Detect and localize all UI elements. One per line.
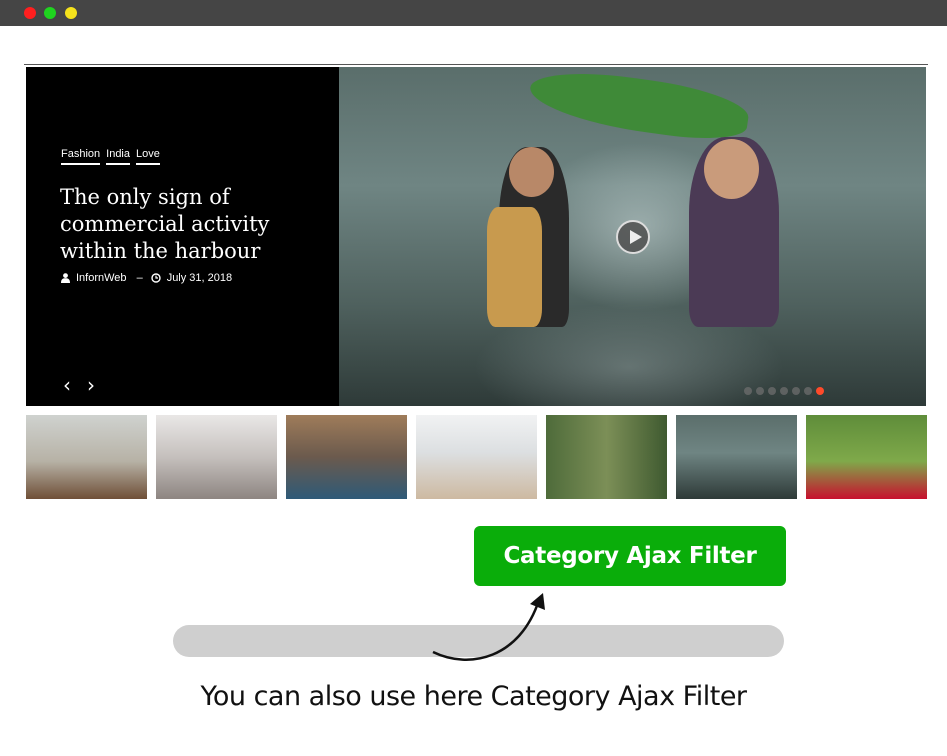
post-meta: InfornWeb – July 31, 2018 xyxy=(61,272,232,284)
clock-icon xyxy=(150,273,161,283)
slider-arrows: ‹ › xyxy=(63,375,95,395)
slider-dot-4[interactable] xyxy=(780,387,788,395)
thumb-woman-armchair[interactable] xyxy=(26,415,147,499)
slider-dot-7[interactable] xyxy=(816,387,824,395)
window-maximize-button[interactable] xyxy=(65,7,77,19)
curved-arrow-icon xyxy=(432,593,545,661)
window-minimize-button[interactable] xyxy=(44,7,56,19)
tag-love[interactable]: Love xyxy=(136,148,160,165)
thumb-kids-rain[interactable] xyxy=(676,415,797,499)
post-slider: Fashion India Love The only sign of comm… xyxy=(26,67,926,406)
tag-fashion[interactable]: Fashion xyxy=(61,148,101,165)
next-arrow-icon[interactable]: › xyxy=(87,375,95,395)
slider-dot-3[interactable] xyxy=(768,387,776,395)
thumb-couple-hearts[interactable] xyxy=(156,415,277,499)
tag-list: Fashion India Love xyxy=(61,148,160,165)
category-ajax-filter-button[interactable]: Category Ajax Filter xyxy=(474,526,786,586)
figure-basket xyxy=(487,207,542,327)
caption-text: You can also use here Category Ajax Filt… xyxy=(200,681,747,712)
thumb-woman-picnic[interactable] xyxy=(806,415,927,499)
slide-caption-panel: Fashion India Love The only sign of comm… xyxy=(26,67,339,406)
slider-dot-2[interactable] xyxy=(756,387,764,395)
slide-title[interactable]: The only sign of commercial activity wit… xyxy=(60,184,320,265)
prev-arrow-icon[interactable]: ‹ xyxy=(63,375,71,395)
post-date: July 31, 2018 xyxy=(166,272,233,284)
window-close-button[interactable] xyxy=(24,7,36,19)
thumb-mother-child-beach[interactable] xyxy=(416,415,537,499)
play-icon[interactable] xyxy=(616,220,650,254)
slider-dot-5[interactable] xyxy=(792,387,800,395)
figure-woman-head xyxy=(704,139,759,199)
post-author[interactable]: InfornWeb xyxy=(76,272,127,284)
figure-child-head xyxy=(509,147,554,197)
slider-dot-6[interactable] xyxy=(804,387,812,395)
meta-separator: – xyxy=(136,272,143,284)
user-icon xyxy=(61,273,70,283)
leaf-shape xyxy=(526,67,752,147)
slider-dots xyxy=(744,387,824,395)
slide-featured-image[interactable] xyxy=(339,67,926,406)
slider-dot-1[interactable] xyxy=(744,387,752,395)
thumb-woman-sofa[interactable] xyxy=(286,415,407,499)
window-titlebar xyxy=(0,0,947,26)
tag-india[interactable]: India xyxy=(106,148,130,165)
thumbnail-strip xyxy=(26,415,927,499)
thumb-woman-forest[interactable] xyxy=(546,415,667,499)
divider xyxy=(24,64,928,65)
